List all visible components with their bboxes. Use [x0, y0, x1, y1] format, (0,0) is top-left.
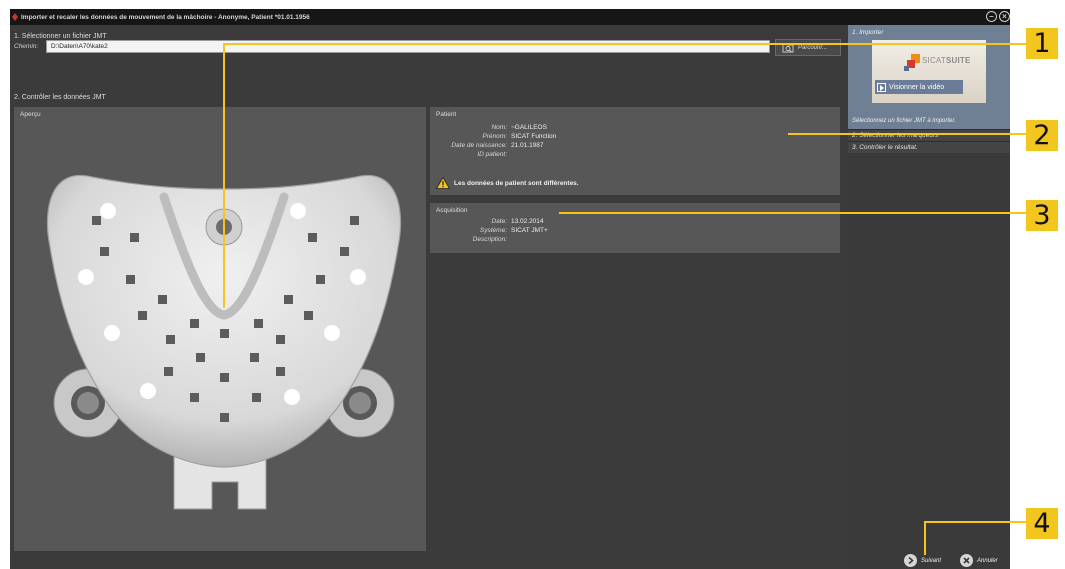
minimize-icon[interactable]: – [986, 11, 997, 22]
acquisition-field-row: Système: SICAT JMT+ [430, 227, 548, 234]
patient-field-row: Prénom: SICAT Function [430, 133, 556, 140]
acquisition-field-label: Date: [491, 218, 507, 225]
cancel-button[interactable]: Annuler [960, 554, 998, 567]
bite-fork-image [46, 174, 402, 510]
brand-light: SICAT [922, 56, 946, 65]
browse-label: Parcourir... [798, 44, 828, 51]
step-select-markers[interactable]: 2. Sélectionner les marqueurs [848, 129, 1010, 141]
acquisition-field-value: 13.02.2014 [511, 218, 544, 225]
acquisition-field-label: Description: [472, 236, 507, 243]
patient-field-value: SICAT Function [511, 133, 557, 140]
step-import[interactable]: 1. Importer SICATSUITE Visionner la vidé… [848, 25, 1010, 129]
patient-field-value: 21.01.1987 [511, 142, 544, 149]
path-input[interactable]: D:\Daten\A70\kate2 [46, 40, 770, 53]
patient-mismatch-warning: Les données de patient sont différentes. [436, 177, 579, 189]
patient-field-row: Date de naissance: 21.01.1987 [430, 142, 544, 149]
path-label: Chemin: [14, 43, 39, 50]
close-icon[interactable]: × [999, 11, 1010, 22]
callout-4: 4 [1026, 508, 1058, 539]
warning-text: Les données de patient sont différentes. [454, 179, 579, 187]
play-icon [877, 82, 886, 92]
patient-field-value: ~GALILEOS [511, 124, 547, 131]
section-select-file-title: 1. Sélectionner un fichier JMT [14, 33, 107, 40]
warning-icon [436, 177, 450, 189]
next-button[interactable]: Suivant [904, 554, 941, 567]
brand-text: SICATSUITE [922, 56, 971, 65]
patient-title: Patient [436, 111, 457, 118]
step-import-description: Sélectionnez un fichier JMT à importer. [852, 118, 956, 124]
acquisition-field-row: Description: [430, 236, 511, 243]
preview-panel: Aperçu [14, 107, 426, 551]
acquisition-field-value: SICAT JMT+ [511, 227, 548, 234]
patient-field-row: Nom: ~GALILEOS [430, 124, 547, 131]
sicat-logo-icon [904, 54, 920, 71]
patient-field-label: ID patient: [477, 151, 507, 158]
arrow-right-icon [904, 554, 917, 567]
watch-video-label: Visionner la vidéo [889, 83, 945, 91]
callout-2-line [788, 133, 1026, 135]
main-area: 1. Sélectionner un fichier JMT Chemin: D… [10, 25, 846, 569]
callout-2: 2 [1026, 120, 1058, 151]
callout-4-line [924, 521, 1026, 523]
step-import-title: 1. Importer [852, 29, 884, 36]
patient-field-label: Date de naissance: [451, 142, 507, 149]
cancel-x-icon [960, 554, 973, 567]
import-dialog: Importer et recaler les données de mouve… [10, 9, 1010, 569]
browse-button[interactable]: Parcourir... [775, 39, 841, 56]
patient-field-label: Prénom: [482, 133, 507, 140]
title-bar: Importer et recaler les données de mouve… [10, 9, 1010, 25]
video-thumbnail[interactable]: SICATSUITE Visionner la vidéo [872, 40, 986, 103]
acquisition-title: Acquisition [436, 207, 468, 214]
callout-1-line [223, 43, 1026, 45]
window-title: Importer et recaler les données de mouve… [21, 13, 310, 21]
window-controls: – × [986, 11, 1010, 22]
brand-bold: SUITE [945, 56, 971, 65]
app-logo-icon [12, 13, 18, 21]
section-check-data-title: 2. Contrôler les données JMT [14, 94, 106, 101]
next-label: Suivant [921, 557, 942, 564]
step-check-result[interactable]: 3. Contrôler le résultat. [848, 141, 1010, 153]
callout-4-line [924, 521, 926, 555]
cancel-label: Annuler [977, 557, 998, 564]
patient-panel: Patient Nom: ~GALILEOS Prénom: SICAT Fun… [430, 107, 840, 195]
callout-3-line [559, 212, 1026, 214]
watch-video-button[interactable]: Visionner la vidéo [875, 80, 963, 94]
patient-field-label: Nom: [491, 124, 507, 131]
callout-1: 1 [1026, 28, 1058, 59]
workflow-sidebar: 1. Importer SICATSUITE Visionner la vidé… [848, 25, 1010, 569]
patient-field-row: ID patient: [430, 151, 511, 158]
acquisition-field-label: Système: [479, 227, 507, 234]
acquisition-field-row: Date: 13.02.2014 [430, 218, 544, 225]
callout-3: 3 [1026, 200, 1058, 231]
acquisition-panel: Acquisition Date: 13.02.2014 Système: SI… [430, 203, 840, 253]
callout-1-line [223, 43, 225, 308]
